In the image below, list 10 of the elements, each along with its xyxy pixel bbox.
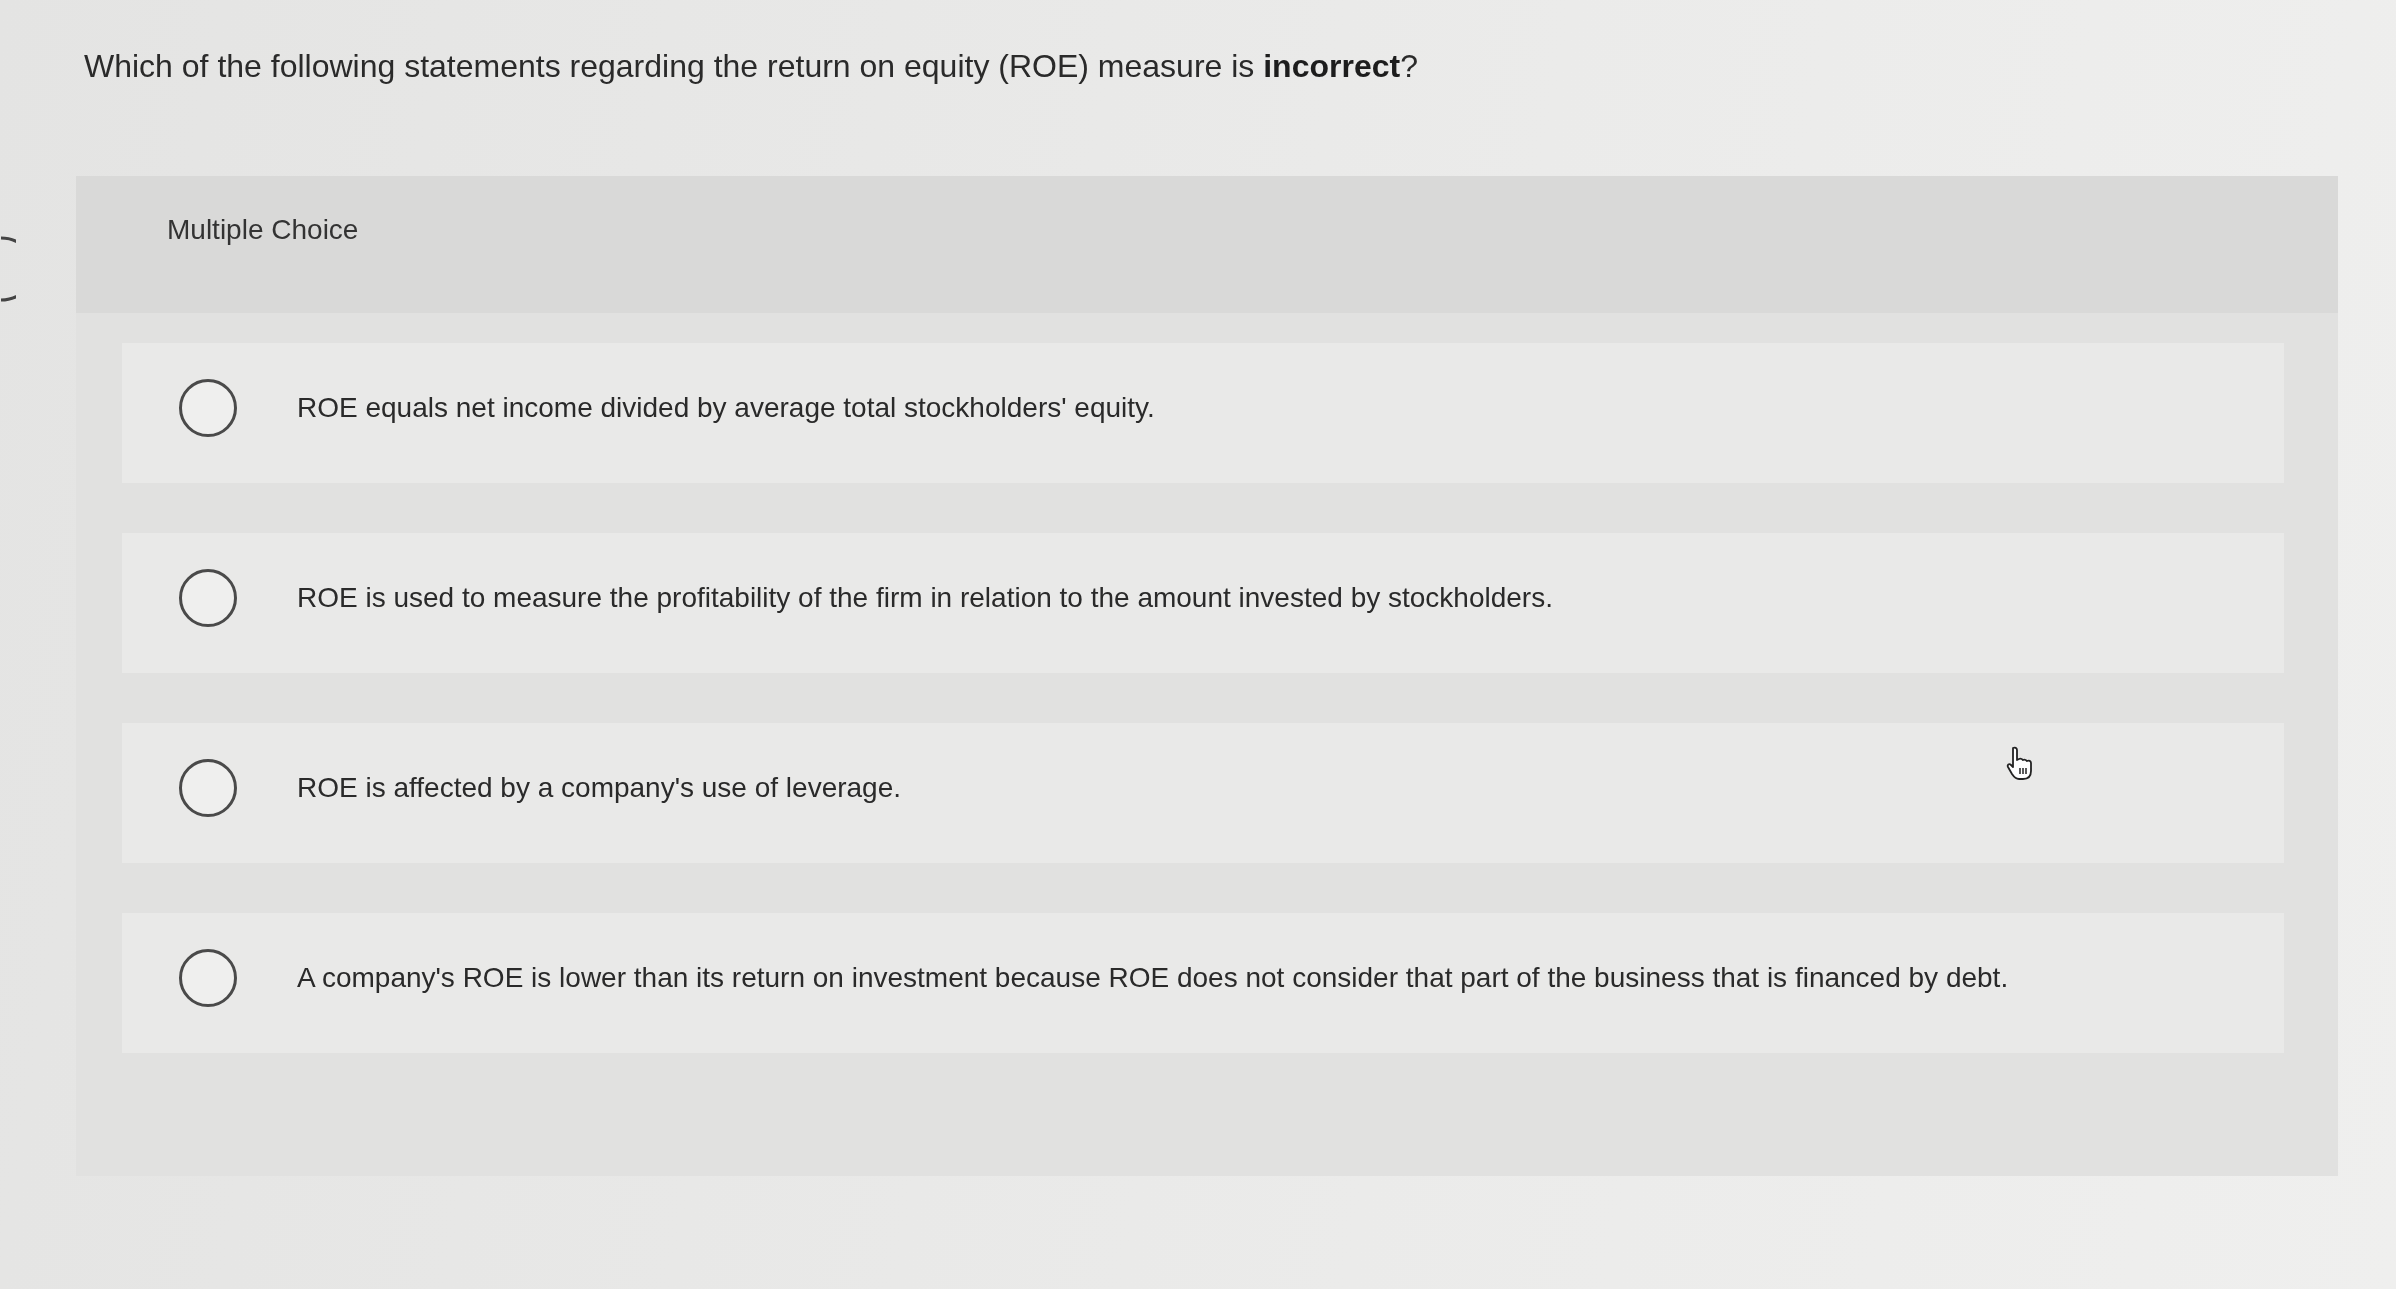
- question-text: Which of the following statements regarding the return on equity (ROE) measure is incorrect?: [83, 47, 1419, 86]
- radio-button[interactable]: [179, 379, 237, 437]
- radio-button[interactable]: [179, 759, 237, 817]
- radio-button[interactable]: [179, 569, 237, 627]
- radio-button[interactable]: [179, 949, 237, 1007]
- option-text: A company's ROE is lower than its return on investment because ROE does not consider that part of the business that is financed by debt.: [297, 962, 2009, 994]
- option-text: ROE is affected by a company's use of leverage.: [297, 772, 902, 804]
- option-text: ROE is used to measure the profitability of the firm in relation to the amount invested by stockholders.: [297, 582, 1553, 614]
- option-text: ROE equals net income divided by average total stockholders' equity.: [297, 392, 1155, 424]
- question-type-label: Multiple Choice: [167, 213, 359, 246]
